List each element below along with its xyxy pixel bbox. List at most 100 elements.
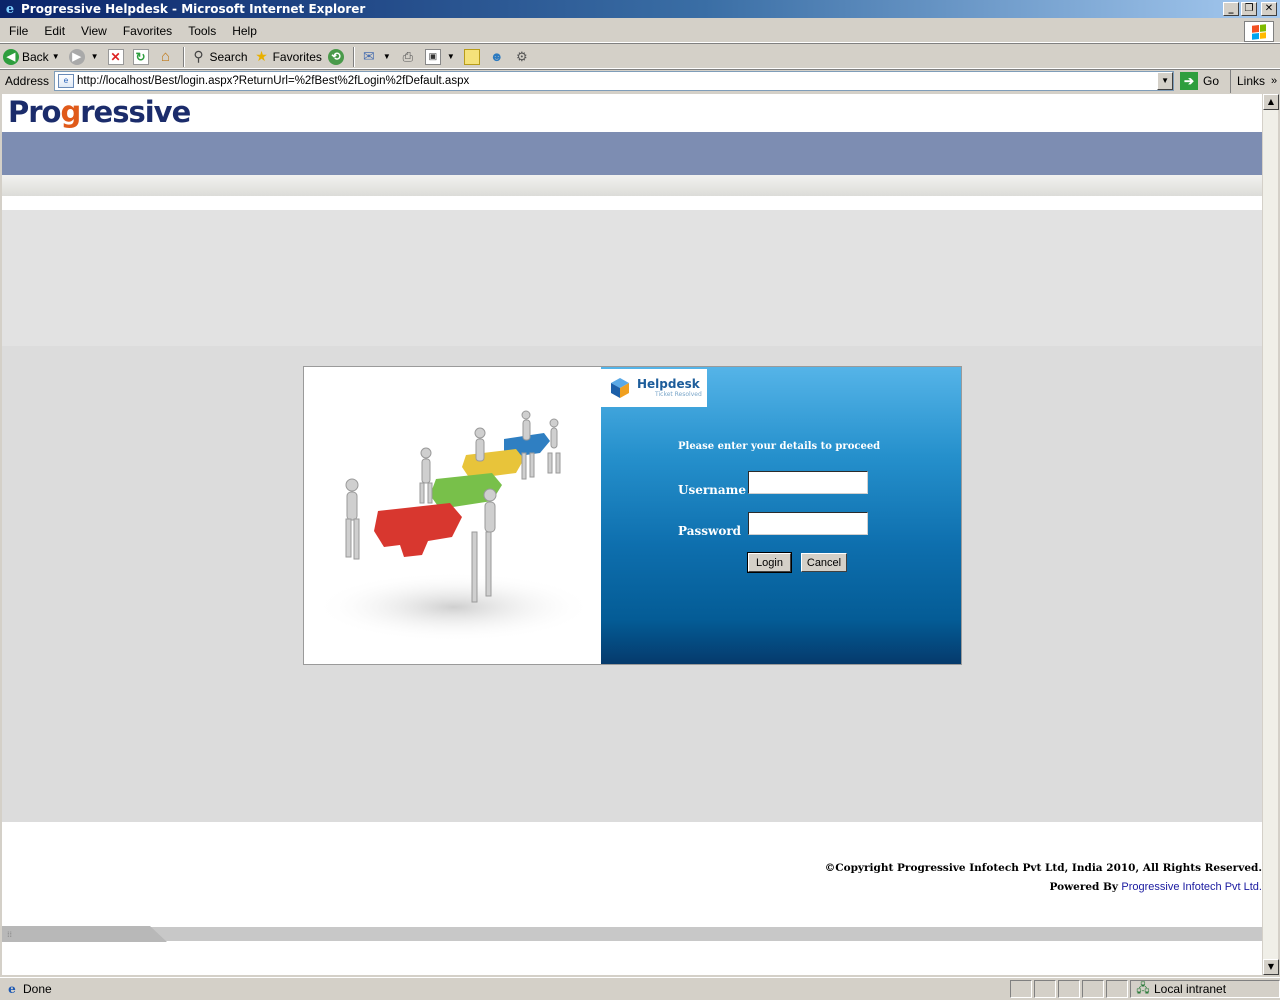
- address-url[interactable]: http://localhost/Best/login.aspx?ReturnU…: [77, 75, 1157, 87]
- stop-button[interactable]: ✕: [105, 46, 130, 68]
- search-button[interactable]: ⚲ Search: [188, 46, 251, 68]
- progressive-logo[interactable]: Progressive Reliability Assured: [8, 95, 191, 142]
- search-label: Search: [209, 49, 248, 64]
- powered-by-link[interactable]: Progressive Infotech Pvt Ltd.: [1121, 881, 1262, 893]
- maximize-button[interactable]: ❐: [1241, 2, 1257, 16]
- puzzle-illustration-svg: [314, 410, 594, 642]
- mail-button[interactable]: ✉ ▼: [358, 46, 397, 68]
- helpdesk-name: Helpdesk: [637, 376, 700, 391]
- title-bar[interactable]: e Progressive Helpdesk - Microsoft Inter…: [0, 0, 1280, 18]
- printer-icon: ⎙: [402, 48, 414, 64]
- back-label: Back: [22, 49, 49, 64]
- username-input[interactable]: [748, 471, 868, 494]
- menu-tools[interactable]: Tools: [179, 24, 223, 38]
- helpdesk-cube-icon: [611, 378, 629, 398]
- scroll-down-icon[interactable]: ▼: [1263, 959, 1279, 975]
- login-button[interactable]: Login: [747, 552, 792, 573]
- menu-edit[interactable]: Edit: [35, 24, 72, 38]
- refresh-icon: ↻: [132, 48, 149, 65]
- messenger-icon: ☻: [489, 49, 504, 64]
- menu-bar: File Edit View Favorites Tools Help: [0, 20, 1280, 43]
- history-button[interactable]: ⟲: [325, 46, 350, 68]
- toolbar-separator: [182, 46, 185, 67]
- security-zone[interactable]: 🖧 Local intranet: [1130, 980, 1280, 998]
- back-dropdown-icon[interactable]: ▼: [52, 52, 60, 61]
- menu-favorites[interactable]: Favorites: [114, 24, 179, 38]
- address-field[interactable]: e http://localhost/Best/login.aspx?Retur…: [54, 71, 1175, 91]
- mail-dropdown-icon[interactable]: ▼: [383, 52, 391, 61]
- scroll-up-icon[interactable]: ▲: [1263, 94, 1279, 110]
- helpdesk-logo: Helpdesk Ticket Resolved: [601, 369, 707, 407]
- menu-view[interactable]: View: [72, 24, 114, 38]
- discuss-button[interactable]: [461, 46, 486, 68]
- menu-file[interactable]: File: [0, 24, 35, 38]
- refresh-button[interactable]: ↻: [130, 46, 155, 68]
- status-pane: [1082, 980, 1104, 998]
- star-icon: ★: [255, 48, 268, 64]
- edit-button[interactable]: ▣ ▼: [422, 46, 461, 68]
- status-pane: [1058, 980, 1080, 998]
- status-text: Done: [23, 982, 52, 996]
- header-band: [2, 132, 1262, 175]
- go-button[interactable]: ➔ Go: [1180, 72, 1219, 90]
- menu-help[interactable]: Help: [223, 24, 264, 38]
- status-page-icon: e: [8, 982, 16, 996]
- address-bar: Address e http://localhost/Best/login.as…: [0, 69, 1280, 93]
- go-label: Go: [1203, 74, 1220, 88]
- page-viewport: Progressive Reliability Assured: [2, 94, 1262, 975]
- login-area-top: [2, 210, 1262, 346]
- go-arrow-icon: ➔: [1180, 72, 1199, 90]
- password-input[interactable]: [748, 512, 868, 535]
- research-icon: ⚙: [515, 48, 528, 64]
- mail-icon: ✉: [363, 48, 375, 64]
- intranet-icon: 🖧: [1136, 980, 1150, 995]
- close-button[interactable]: ✕: [1261, 2, 1277, 16]
- grip-icon: ⁞⁞: [7, 930, 13, 939]
- powered-by-label: Powered By: [1049, 881, 1119, 893]
- password-label: Password: [678, 524, 742, 538]
- status-pane: [1106, 980, 1128, 998]
- print-button[interactable]: ⎙: [397, 46, 422, 68]
- header-stripe: [2, 175, 1262, 196]
- helpdesk-tagline: Ticket Resolved: [655, 390, 702, 398]
- status-pane: [1034, 980, 1056, 998]
- history-icon: ⟲: [327, 48, 344, 65]
- page-footer: ©Copyright Progressive Infotech Pvt Ltd,…: [2, 822, 1262, 975]
- standard-toolbar: ◀ Back ▼ ▶ ▼ ✕ ↻ ⌂ ⚲ Search ★ Favorites …: [0, 45, 1280, 69]
- login-form-panel: Helpdesk Ticket Resolved Please enter yo…: [601, 367, 961, 664]
- ie-icon: e: [5, 1, 15, 17]
- zone-label: Local intranet: [1154, 982, 1227, 996]
- research-button[interactable]: ⚙: [511, 46, 536, 68]
- cancel-button[interactable]: Cancel: [801, 553, 847, 572]
- forward-button[interactable]: ▶ ▼: [66, 46, 105, 68]
- forward-dropdown-icon[interactable]: ▼: [91, 52, 99, 61]
- login-prompt: Please enter your details to proceed: [678, 441, 881, 452]
- status-pane: [1010, 980, 1032, 998]
- toolbar-separator: [352, 46, 355, 67]
- links-toolbar[interactable]: Links »: [1230, 69, 1280, 93]
- status-bar: e Done 🖧 Local intranet: [0, 977, 1280, 1000]
- footer-band: [2, 927, 1262, 941]
- back-button[interactable]: ◀ Back ▼: [0, 46, 66, 68]
- back-arrow-icon: ◀: [3, 48, 19, 65]
- vertical-scrollbar[interactable]: ▲ ▼: [1262, 94, 1279, 975]
- minimize-button[interactable]: _: [1223, 2, 1239, 16]
- favorites-label: Favorites: [272, 49, 322, 64]
- messenger-button[interactable]: ☻: [486, 46, 511, 68]
- edit-page-icon: ▣: [424, 48, 441, 65]
- footer-tab: [2, 926, 167, 942]
- note-icon: [463, 48, 480, 65]
- powered-by: Powered By Progressive Infotech Pvt Ltd.: [1049, 881, 1262, 893]
- edit-dropdown-icon[interactable]: ▼: [447, 52, 455, 61]
- status-area: e Done: [0, 981, 1010, 997]
- address-dropdown-icon[interactable]: ▼: [1157, 72, 1174, 90]
- favorites-button[interactable]: ★ Favorites: [251, 46, 325, 68]
- red-puzzle-piece: [374, 503, 462, 557]
- username-label: Username: [678, 483, 747, 497]
- logo-text-pro: Pro: [8, 95, 61, 129]
- chevron-right-icon[interactable]: »: [1271, 75, 1277, 87]
- login-card: Helpdesk Ticket Resolved Please enter yo…: [303, 366, 962, 665]
- window-title: Progressive Helpdesk - Microsoft Interne…: [21, 2, 366, 16]
- address-label: Address: [5, 74, 50, 88]
- home-button[interactable]: ⌂: [155, 46, 180, 68]
